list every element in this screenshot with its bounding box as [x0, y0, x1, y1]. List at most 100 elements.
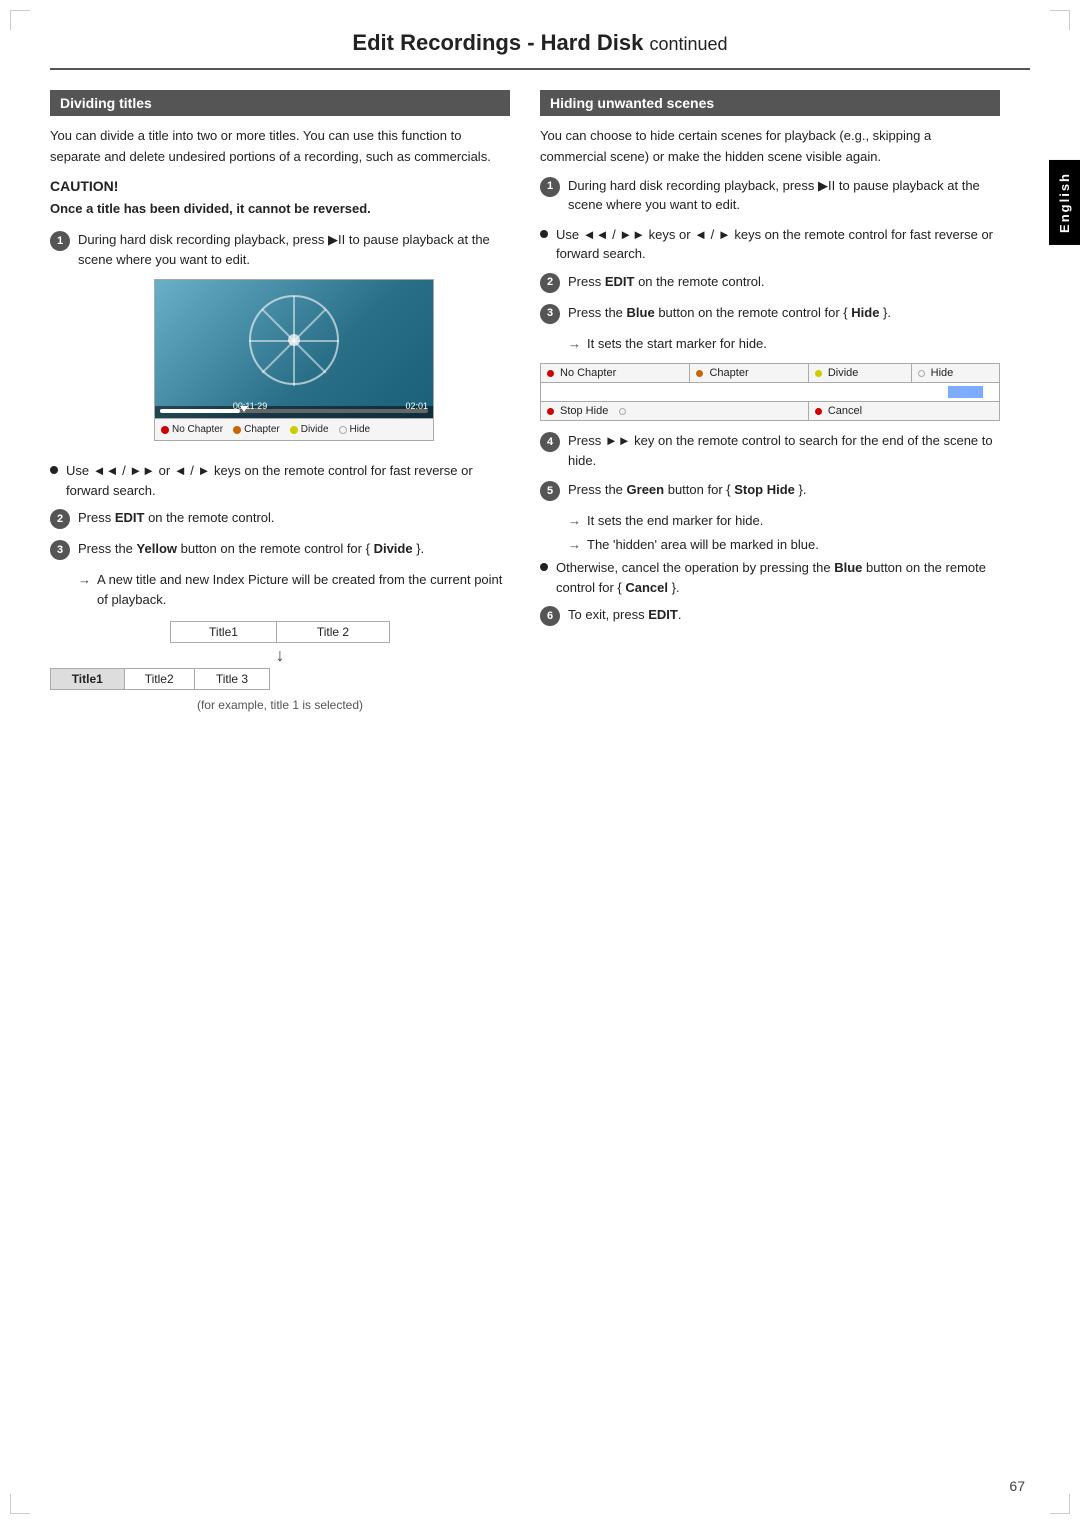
hide-table-wrap: No Chapter Chapter Divide [540, 363, 1000, 421]
right-bullet-1-content: Use ◄◄ / ►► keys or ◄ / ► keys on the re… [556, 225, 1000, 264]
right-step-1-content: During hard disk recording playback, pre… [568, 176, 1000, 215]
title-table-before: Title1 Title 2 [170, 621, 390, 643]
left-step-2: 2 Press EDIT on the remote control. [50, 508, 510, 529]
hide-table-bottom-row: Stop Hide Cancel [541, 402, 1000, 421]
title1-before: Title1 [171, 622, 277, 643]
right-step-num-1: 1 [540, 177, 560, 197]
right-step-1: 1 During hard disk recording playback, p… [540, 176, 1000, 215]
step-2-content: Press EDIT on the remote control. [78, 508, 510, 528]
ht-cancel-dot [815, 408, 822, 415]
right-bullet-2-content: Otherwise, cancel the operation by press… [556, 558, 1000, 597]
right-bullet-dot-2 [540, 563, 548, 571]
right-step-6-content: To exit, press EDIT. [568, 605, 1000, 625]
caution-body: Once a title has been divided, it cannot… [50, 199, 510, 219]
right-step-2-content: Press EDIT on the remote control. [568, 272, 1000, 292]
ht-hide: Hide [911, 364, 999, 383]
down-arrow: ↓ [50, 645, 510, 666]
right-step-num-2: 2 [540, 273, 560, 293]
right-arrow-3: → The 'hidden' area will be marked in bl… [540, 535, 1000, 555]
left-step-1: 1 During hard disk recording playback, p… [50, 230, 510, 451]
right-arrow-sym-3: → [568, 535, 581, 555]
chapter-dot [233, 426, 241, 434]
playback-controls: 00:11:29 02:01 [155, 406, 433, 418]
end-time: 02:01 [405, 400, 428, 414]
ht-no-chapter-dot [547, 370, 554, 377]
hiding-intro: You can choose to hide certain scenes fo… [540, 126, 1000, 168]
no-chapter-label: No Chapter [172, 422, 223, 437]
chapter-label: Chapter [244, 422, 280, 437]
title1-after: Title1 [51, 669, 125, 690]
right-step-num-5: 5 [540, 481, 560, 501]
step-1-content: During hard disk recording playback, pre… [78, 230, 510, 451]
arrow-symbol-1: → [78, 570, 91, 590]
step-num-2: 2 [50, 509, 70, 529]
no-chapter-dot [161, 426, 169, 434]
title2-before: Title 2 [276, 622, 389, 643]
divide-dot [290, 426, 298, 434]
chapter-item: Chapter [233, 422, 280, 437]
chapter-bar: No Chapter Chapter Divide [154, 419, 434, 441]
divide-item: Divide [290, 422, 329, 437]
hide-item: Hide [339, 422, 371, 437]
step-3-content: Press the Yellow button on the remote co… [78, 539, 510, 559]
ht-hide-dot [918, 370, 925, 377]
example-caption: (for example, title 1 is selected) [50, 696, 510, 715]
hide-blue-indicator [948, 386, 983, 398]
title-tables: Title1 Title 2 ↓ Title1 Title2 Title 3 [50, 621, 510, 690]
right-step-num-3: 3 [540, 304, 560, 324]
no-chapter-item: No Chapter [161, 422, 223, 437]
time-stamp: 00:11:29 [233, 400, 267, 414]
right-bullet-dot-1 [540, 230, 548, 238]
playback-screen: 00:11:29 02:01 [154, 279, 434, 419]
ht-stop-hide-dot2 [619, 408, 626, 415]
right-step-3-content: Press the Blue button on the remote cont… [568, 303, 1000, 323]
right-step-4: 4 Press ►► key on the remote control to … [540, 431, 1000, 470]
playback-image: 00:11:29 02:01 No Chapter [154, 279, 434, 441]
ht-no-chapter: No Chapter [541, 364, 690, 383]
step-num-3: 3 [50, 540, 70, 560]
bullet-1-content: Use ◄◄ / ►► or ◄ / ► keys on the remote … [66, 461, 510, 500]
right-bullet-1: Use ◄◄ / ►► keys or ◄ / ► keys on the re… [540, 225, 1000, 264]
hide-label: Hide [350, 422, 371, 437]
page-title: Edit Recordings - Hard Disk continued [50, 30, 1030, 70]
title3-after: Title 3 [194, 669, 269, 690]
left-bullet-1: Use ◄◄ / ►► or ◄ / ► keys on the remote … [50, 461, 510, 500]
left-step-3: 3 Press the Yellow button on the remote … [50, 539, 510, 560]
right-step-4-content: Press ►► key on the remote control to se… [568, 431, 1000, 470]
hide-table: No Chapter Chapter Divide [540, 363, 1000, 421]
ht-stop-hide: Stop Hide [541, 402, 809, 421]
right-bullet-2: Otherwise, cancel the operation by press… [540, 558, 1000, 597]
caution-block: CAUTION! Once a title has been divided, … [50, 176, 510, 219]
divide-label: Divide [301, 422, 329, 437]
right-step-3: 3 Press the Blue button on the remote co… [540, 303, 1000, 324]
progress-bar [160, 409, 428, 413]
hide-table-mid-row [541, 383, 1000, 402]
ht-chapter-dot [696, 370, 703, 377]
right-step-6: 6 To exit, press EDIT. [540, 605, 1000, 626]
ht-divide-dot [815, 370, 822, 377]
bullet-dot-1 [50, 466, 58, 474]
right-step-5: 5 Press the Green button for { Stop Hide… [540, 480, 1000, 501]
ht-indicator-row [541, 383, 1000, 402]
ht-divide: Divide [808, 364, 911, 383]
dividing-titles-section: Dividing titles You can divide a title i… [50, 90, 510, 723]
title-table-after: Title1 Title2 Title 3 [50, 668, 270, 690]
hide-dot [339, 426, 347, 434]
progress-fill [160, 409, 240, 413]
dividing-titles-header: Dividing titles [50, 90, 510, 116]
right-step-num-4: 4 [540, 432, 560, 452]
right-arrow-sym-1: → [568, 334, 581, 354]
left-arrow-1: → A new title and new Index Picture will… [50, 570, 510, 609]
right-arrow-sym-2: → [568, 511, 581, 531]
ht-chapter: Chapter [690, 364, 808, 383]
ht-stop-hide-dot [547, 408, 554, 415]
right-arrow-1: → It sets the start marker for hide. [540, 334, 1000, 354]
hiding-unwanted-header: Hiding unwanted scenes [540, 90, 1000, 116]
right-step-num-6: 6 [540, 606, 560, 626]
ht-cancel: Cancel [808, 402, 999, 421]
right-step-2: 2 Press EDIT on the remote control. [540, 272, 1000, 293]
title2-after: Title2 [124, 669, 194, 690]
page-number: 67 [1009, 1478, 1025, 1494]
hiding-unwanted-scenes-section: Hiding unwanted scenes You can choose to… [540, 90, 1000, 723]
right-arrow-2: → It sets the end marker for hide. [540, 511, 1000, 531]
